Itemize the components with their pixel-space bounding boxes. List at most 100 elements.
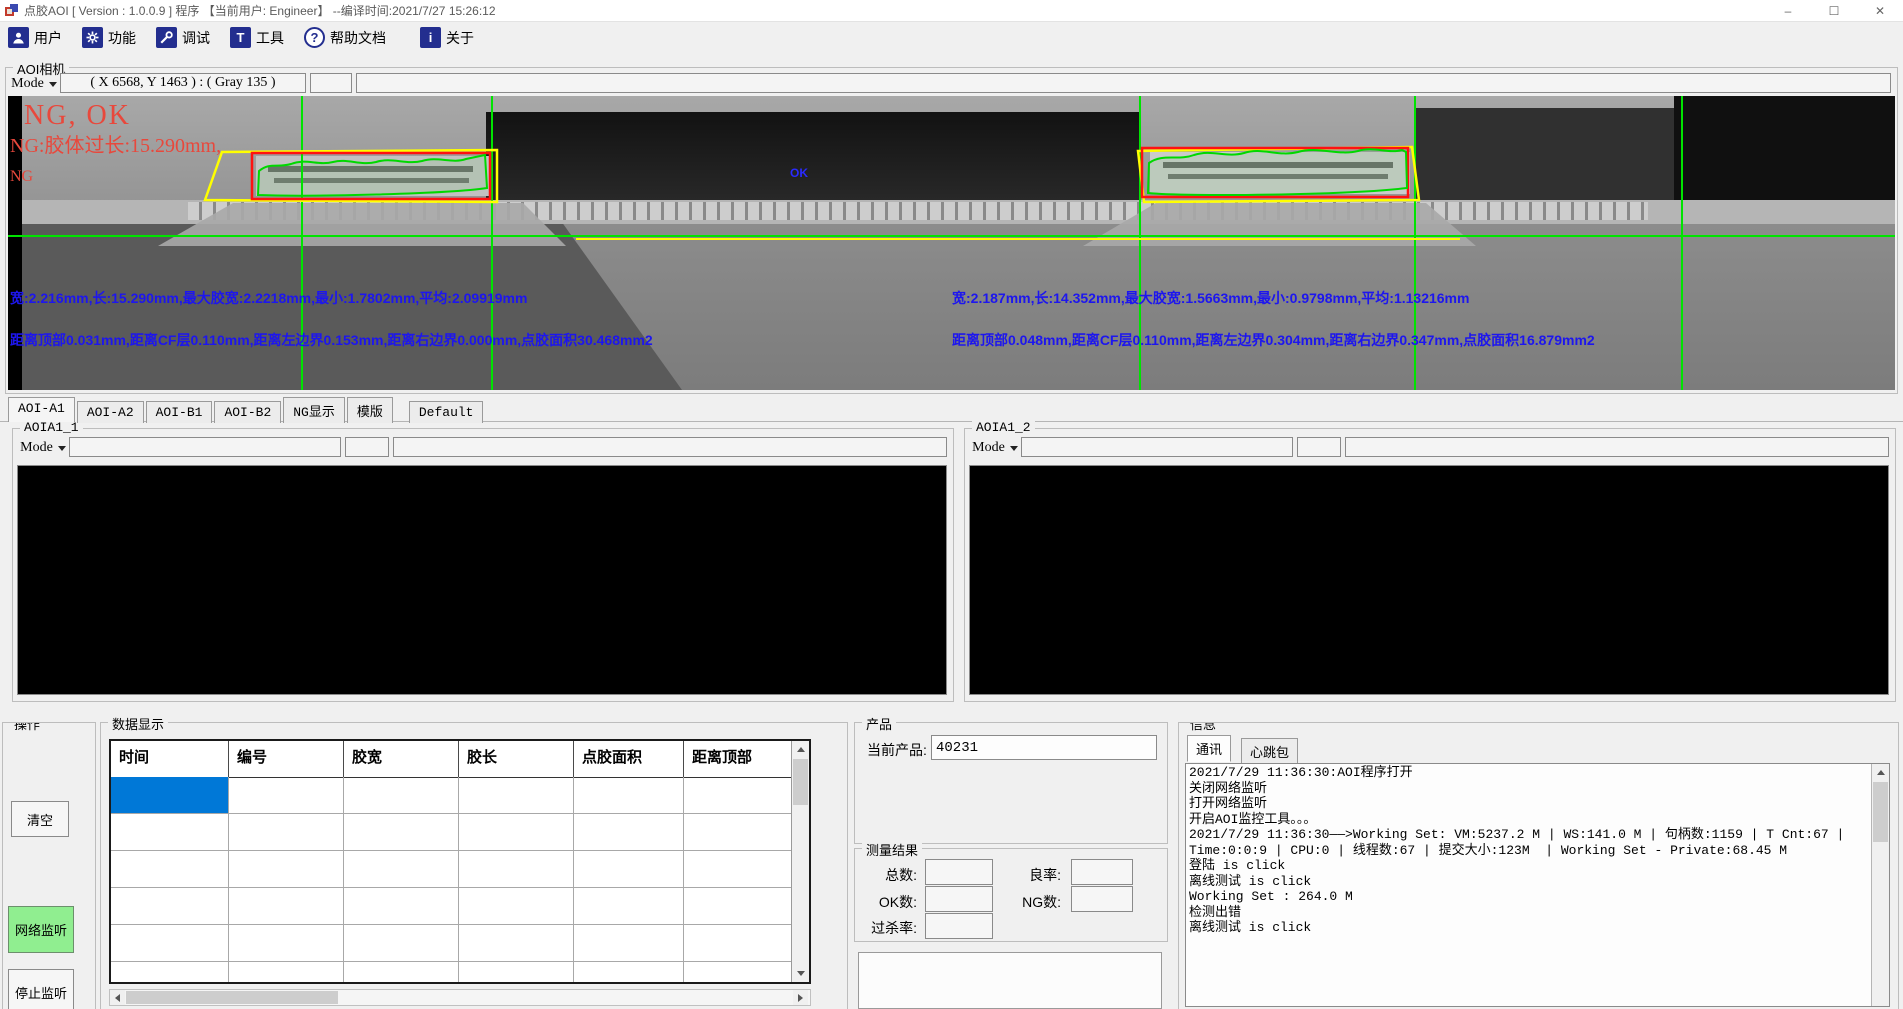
tab-heartbeat[interactable]: 心跳包 <box>1241 738 1298 765</box>
scroll-up-icon[interactable] <box>1872 764 1889 781</box>
tab-aoi-a2[interactable]: AOI-A2 <box>77 401 144 423</box>
minimize-button[interactable]: – <box>1765 0 1811 21</box>
menu-user[interactable]: 用户 <box>8 27 62 48</box>
operation-group-label: 操作 <box>10 722 44 733</box>
info-group-label: 信息 <box>1186 722 1220 733</box>
table-row[interactable] <box>111 777 794 814</box>
tab-comm[interactable]: 通讯 <box>1187 735 1231 762</box>
panel-aoia1-2: AOIA1_2 Mode <box>964 428 1896 702</box>
menu-help[interactable]: ? 帮助文档 <box>304 27 386 48</box>
help-icon: ? <box>304 27 325 48</box>
tab-default[interactable]: Default <box>409 401 484 423</box>
close-button[interactable]: ✕ <box>1857 0 1903 21</box>
network-listen-button[interactable]: 网络监听 <box>8 906 74 953</box>
data-table: 时间 编号 胶宽 胶长 点胶面积 距离顶部 <box>109 739 811 984</box>
log-line: 2021/7/29 11:36:30:AOI程序打开 <box>1189 765 1869 781</box>
ok-count-field <box>925 886 993 912</box>
panel1-field-2[interactable] <box>345 437 389 457</box>
table-header-row: 时间 编号 胶宽 胶长 点胶面积 距离顶部 <box>111 741 794 778</box>
current-product-label: 当前产品: <box>867 740 927 760</box>
scrollbar-thumb[interactable] <box>1873 782 1888 842</box>
app-icon <box>4 3 19 18</box>
camera-coords-value: ( X 6568, Y 1463 ) : ( Gray 135 ) <box>90 75 275 91</box>
col-header-id: 编号 <box>229 741 344 777</box>
tab-aoi-b1[interactable]: AOI-B1 <box>146 401 213 423</box>
menu-debug-label: 调试 <box>182 28 210 48</box>
tab-aoi-a1[interactable]: AOI-A1 <box>8 397 75 422</box>
panel1-mode-row: Mode <box>17 437 947 459</box>
overkill-field <box>925 913 993 939</box>
panel2-field-2[interactable] <box>1297 437 1341 457</box>
panel1-mode-dropdown[interactable]: Mode <box>17 437 69 459</box>
log-line: 检测出错 <box>1189 905 1869 921</box>
chevron-down-icon <box>49 82 57 87</box>
table-row[interactable] <box>111 851 794 888</box>
log-line: Time:0:0:9 | CPU:0 | 线程数:67 | 提交大小:123M … <box>1189 843 1869 859</box>
camera-aux-field-1[interactable] <box>310 73 352 93</box>
tab-aoi-b2[interactable]: AOI-B2 <box>214 401 281 423</box>
right-stats-line2: 距离顶部0.048mm,距离CF层0.110mm,距离左边界0.304mm,距离… <box>952 330 1595 350</box>
panel1-viewport <box>17 465 947 695</box>
scrollbar-thumb[interactable] <box>793 759 808 805</box>
panel1-mode-label: Mode <box>20 440 53 456</box>
log-vertical-scrollbar[interactable] <box>1871 764 1889 1006</box>
stop-listen-button[interactable]: 停止监听 <box>8 969 74 1009</box>
info-group: 信息 通讯 心跳包 2021/7/29 11:36:30:AOI程序打开 关闭网… <box>1178 722 1899 1009</box>
comm-log[interactable]: 2021/7/29 11:36:30:AOI程序打开 关闭网络监听 打开网络监听… <box>1185 763 1890 1007</box>
aoi-tabstrip: AOI-A1 AOI-A2 AOI-B1 AOI-B2 NG显示 模版 Defa… <box>8 396 485 422</box>
scroll-down-icon[interactable] <box>792 965 809 982</box>
scroll-left-icon[interactable] <box>110 990 125 1005</box>
left-stats-line2: 距离顶部0.031mm,距离CF层0.110mm,距离左边界0.153mm,距离… <box>10 330 653 350</box>
product-group-label: 产品 <box>862 714 896 733</box>
camera-mode-label: Mode <box>11 76 44 92</box>
clear-button[interactable]: 清空 <box>11 801 69 837</box>
menu-about[interactable]: i 关于 <box>420 27 474 48</box>
menu-function[interactable]: 功能 <box>82 27 136 48</box>
panel2-field-3[interactable] <box>1345 437 1889 457</box>
log-line: 打开网络监听 <box>1189 796 1869 812</box>
ok-count-label: OK数: <box>865 892 917 912</box>
menu-tools-label: 工具 <box>256 28 284 48</box>
user-icon <box>8 27 29 48</box>
table-vertical-scrollbar[interactable] <box>791 741 809 982</box>
window-title: 点胶AOI [ Version : 1.0.0.9 ] 程序 【当前用户: En… <box>24 2 496 19</box>
table-row[interactable] <box>111 962 794 984</box>
current-product-input[interactable] <box>931 735 1157 760</box>
camera-coords-field[interactable]: ( X 6568, Y 1463 ) : ( Gray 135 ) <box>60 73 306 93</box>
menu-debug[interactable]: 调试 <box>156 27 210 48</box>
menu-bar: 用户 功能 调试 T 工具 ? 帮助文档 i 关于 <box>0 22 1903 53</box>
panel1-field-3[interactable] <box>393 437 947 457</box>
tab-template[interactable]: 模版 <box>347 397 393 423</box>
left-stats-line1: 宽:2.216mm,长:15.290mm,最大胶宽:2.2218mm,最小:1.… <box>10 288 527 308</box>
ng-count-field <box>1071 886 1133 912</box>
about-icon: i <box>420 27 441 48</box>
camera-image-view[interactable]: NG, OK NG:胶体过长:15.290mm, NG OK 宽:2.216mm… <box>8 96 1895 390</box>
table-row[interactable] <box>111 925 794 962</box>
col-header-time: 时间 <box>111 741 229 777</box>
table-row[interactable] <box>111 814 794 851</box>
menu-tools[interactable]: T 工具 <box>230 27 284 48</box>
scroll-right-icon[interactable] <box>793 990 808 1005</box>
table-horizontal-scrollbar[interactable] <box>109 989 811 1006</box>
selected-cell[interactable] <box>111 777 229 814</box>
panel-aoia1-1: AOIA1_1 Mode <box>12 428 954 702</box>
maximize-button[interactable]: ☐ <box>1811 0 1857 21</box>
yield-label: 良率: <box>1015 865 1061 885</box>
panel2-field-1[interactable] <box>1021 437 1293 457</box>
camera-aux-field-2[interactable] <box>356 73 1891 93</box>
panel-aoia1-2-label: AOIA1_2 <box>972 420 1035 435</box>
tools-icon: T <box>230 27 251 48</box>
log-line: Working Set : 264.0 M <box>1189 889 1869 905</box>
camera-mode-row: Mode ( X 6568, Y 1463 ) : ( Gray 135 ) <box>8 73 1891 95</box>
ng-count-label: NG数: <box>1013 892 1061 912</box>
scroll-up-icon[interactable] <box>792 741 809 758</box>
table-row[interactable] <box>111 888 794 925</box>
note-box <box>858 952 1162 1009</box>
panel2-mode-dropdown[interactable]: Mode <box>969 437 1021 459</box>
total-label: 总数: <box>869 865 917 885</box>
tab-ng-display[interactable]: NG显示 <box>283 397 345 423</box>
panel1-field-1[interactable] <box>69 437 341 457</box>
scrollbar-thumb[interactable] <box>126 991 338 1004</box>
ng-detail-text: NG:胶体过长:15.290mm, <box>10 129 221 158</box>
camera-mode-dropdown[interactable]: Mode <box>8 73 60 95</box>
